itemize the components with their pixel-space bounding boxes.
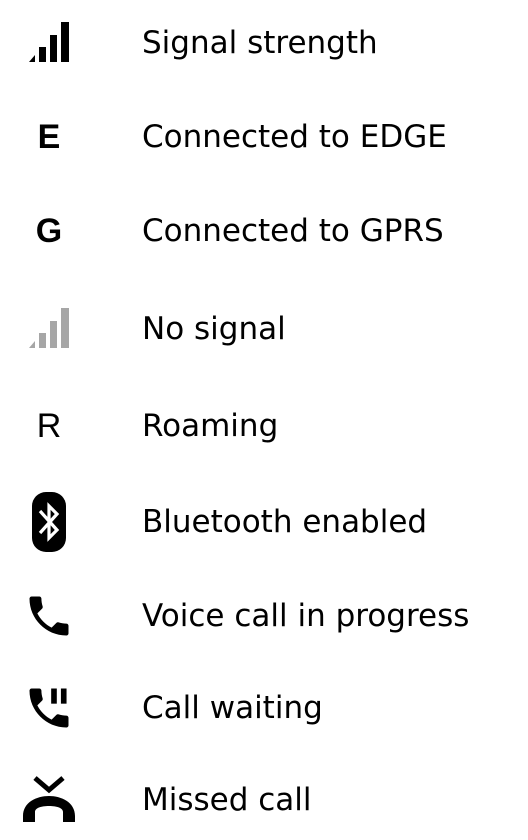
legend-label: Roaming — [142, 408, 279, 444]
edge-icon: E — [14, 107, 84, 167]
legend-label: Call waiting — [142, 690, 323, 726]
roaming-glyph: R — [36, 407, 62, 445]
legend-row-edge: E Connected to EDGE — [0, 97, 528, 177]
legend-row-gprs: G Connected to GPRS — [0, 191, 528, 271]
legend-row-bluetooth: Bluetooth enabled — [0, 482, 528, 562]
no-signal-icon — [14, 299, 84, 359]
legend-row-signal-strength: Signal strength — [0, 3, 528, 83]
phone-icon — [14, 586, 84, 646]
legend-label: Missed call — [142, 782, 312, 818]
legend-label: Signal strength — [142, 25, 378, 61]
gprs-glyph: G — [35, 212, 63, 250]
gprs-icon: G — [14, 201, 84, 261]
legend-row-roaming: R Roaming — [0, 386, 528, 466]
missed-call-icon — [14, 770, 84, 830]
call-waiting-icon — [14, 678, 84, 738]
legend-label: No signal — [142, 311, 286, 347]
legend-label: Bluetooth enabled — [142, 504, 428, 540]
legend-row-voice-call: Voice call in progress — [0, 576, 528, 656]
legend-row-call-waiting: Call waiting — [0, 668, 528, 748]
legend-label: Connected to GPRS — [142, 213, 444, 249]
bluetooth-icon — [14, 492, 84, 552]
legend-row-no-signal: No signal — [0, 289, 528, 369]
legend-label: Voice call in progress — [142, 598, 470, 634]
roaming-icon: R — [14, 396, 84, 456]
legend-label: Connected to EDGE — [142, 119, 447, 155]
status-icon-legend: Signal strength E Connected to EDGE G Co… — [0, 0, 528, 840]
signal-strength-icon — [14, 13, 84, 73]
legend-row-missed-call: Missed call — [0, 760, 528, 840]
edge-glyph: E — [37, 118, 61, 156]
